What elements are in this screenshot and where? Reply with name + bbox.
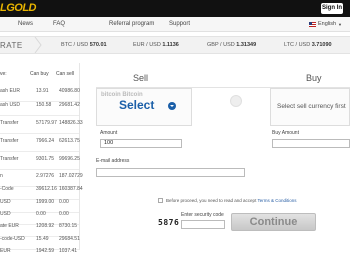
nav-item-support[interactable]: Support [169, 21, 190, 27]
select-label: Select [119, 98, 155, 112]
amount-label: Amount [100, 130, 118, 136]
rate-eur: EUR / USD 1.1136 [133, 42, 179, 48]
language-selector[interactable]: English ▼ [308, 21, 342, 27]
amount-input[interactable]: 100 [100, 139, 182, 148]
buy-title: Buy [306, 73, 322, 83]
col-can-buy: Can buy [30, 71, 49, 77]
terms-checkbox[interactable] [158, 198, 163, 203]
reserves-heading: ve: [0, 71, 7, 77]
security-code-label: Enter security code [181, 212, 224, 218]
main-nav: News FAQ Referral program Support Englis… [0, 17, 350, 32]
chevron-right-icon [34, 37, 42, 53]
rate-ltc: LTC / USD 3.71090 [284, 42, 332, 48]
rates-bar: RATE BTC / USD 570.01 EUR / USD 1.1136 G… [0, 36, 350, 54]
sell-title: Sell [133, 73, 149, 83]
chevron-down-icon: ▼ [338, 21, 342, 27]
buy-amount-input[interactable] [272, 139, 350, 148]
nav-item-news[interactable]: News [18, 21, 33, 27]
flag-icon [308, 21, 316, 27]
top-bar: LGOLD Sign In [0, 0, 350, 17]
col-can-sell: Can sell [56, 71, 75, 77]
language-label: English [317, 21, 337, 27]
reserve-row: Transfer 7966.24 62613.75 [0, 132, 80, 152]
security-code-input[interactable] [181, 220, 225, 229]
chevron-down-icon [168, 102, 176, 110]
buy-placeholder: Select sell currency first [277, 103, 346, 110]
swap-icon[interactable] [230, 95, 242, 107]
rate-btc: BTC / USD 570.01 [61, 42, 107, 48]
sell-currency-select[interactable]: bitcoin Bitcoin Select [96, 88, 192, 126]
rates-label: RATE [0, 41, 23, 50]
brand-logo[interactable]: LGOLD [0, 2, 37, 14]
email-label: E-mail address [96, 158, 130, 164]
reserve-row: Transfer 57179.97 148826.33 [0, 114, 83, 134]
reserve-row: ash USD 150.58 29681.42 [0, 96, 80, 116]
buy-currency-select[interactable]: Select sell currency first [270, 88, 350, 126]
terms-text: Before proceed, you need to read and acc… [166, 198, 297, 203]
captcha-image: 5876 [158, 218, 180, 227]
buy-amount-label: Buy Amount [272, 130, 299, 136]
nav-item-referral[interactable]: Referral program [109, 21, 154, 27]
signin-button[interactable]: Sign In [321, 3, 343, 14]
email-input[interactable] [96, 168, 245, 177]
nav-item-faq[interactable]: FAQ [53, 21, 65, 27]
continue-button[interactable]: Continue [231, 213, 316, 231]
rate-gbp: GBP / USD 1.31349 [207, 42, 257, 48]
terms-link[interactable]: Terms & Conditions [257, 198, 296, 203]
reserve-row: EUR 1942.59 1037.41 [0, 248, 78, 254]
